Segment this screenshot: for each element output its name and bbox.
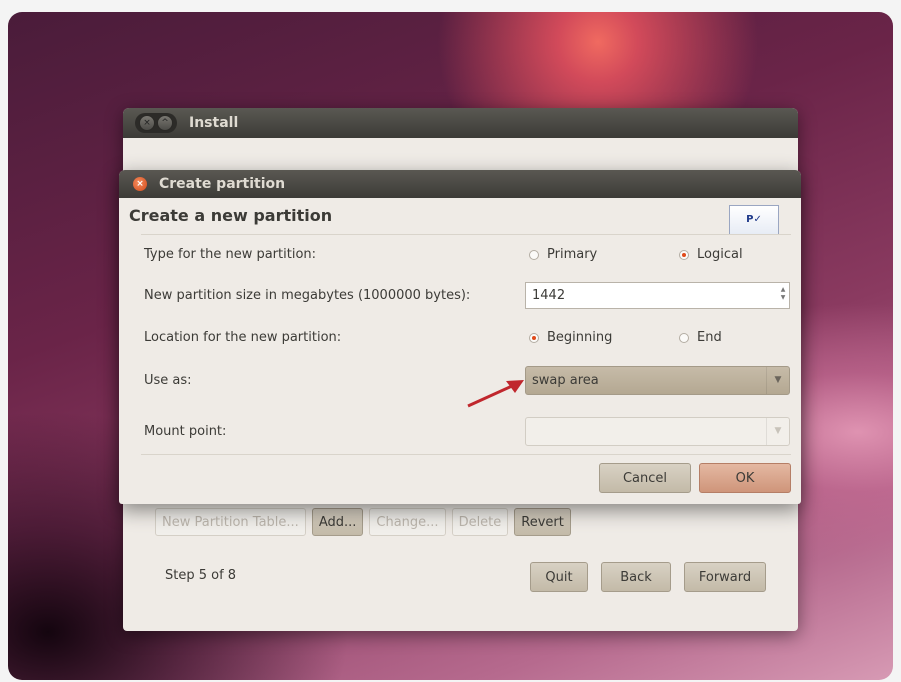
dialog-heading: Create a new partition (129, 206, 333, 225)
heading-divider (141, 234, 791, 235)
radio-primary-label: Primary (547, 247, 598, 262)
dialog-buttons: Cancel OK (599, 463, 791, 493)
change-partition-button[interactable]: Change... (369, 508, 446, 536)
size-label: New partition size in megabytes (1000000… (144, 288, 471, 303)
dialog-title: Create partition (159, 176, 286, 192)
dialog-titlebar: × Create partition (119, 170, 801, 198)
delete-partition-button[interactable]: Delete (451, 508, 509, 536)
quit-button[interactable]: Quit (530, 562, 588, 592)
cancel-button[interactable]: Cancel (599, 463, 691, 493)
chevron-down-icon[interactable]: ▼ (766, 418, 789, 445)
size-spinbox[interactable]: 1442 ▲ ▼ (525, 282, 790, 309)
close-icon[interactable]: × (133, 177, 147, 191)
radio-logical-label: Logical (697, 247, 743, 262)
radio-logical[interactable]: Logical (679, 247, 743, 262)
back-button[interactable]: Back (601, 562, 671, 592)
radio-end[interactable]: End (679, 330, 722, 345)
radio-beginning-label: Beginning (547, 330, 613, 345)
window-controls: × ^ (135, 113, 177, 133)
use-as-combo[interactable]: swap area ▼ (525, 366, 790, 395)
minimize-window-icon[interactable]: ^ (157, 115, 173, 131)
create-partition-dialog: × Create partition Create a new partitio… (119, 170, 801, 504)
install-titlebar: × ^ Install (123, 108, 798, 138)
install-nav: Quit Back Forward (530, 562, 766, 592)
step-indicator: Step 5 of 8 (165, 568, 237, 583)
radio-beginning[interactable]: Beginning (529, 330, 612, 345)
site-logo: P✓ (729, 205, 779, 235)
ok-button[interactable]: OK (699, 463, 791, 493)
mount-point-combo[interactable]: ▼ (525, 417, 790, 446)
close-window-icon[interactable]: × (139, 115, 155, 131)
red-arrow-annotation (467, 380, 524, 408)
size-value: 1442 (532, 288, 566, 303)
location-label: Location for the new partition: (144, 330, 342, 345)
forward-button[interactable]: Forward (684, 562, 766, 592)
spin-arrows-icon[interactable]: ▲ ▼ (779, 286, 787, 302)
buttons-divider (141, 454, 791, 455)
mount-point-label: Mount point: (144, 424, 227, 439)
use-as-value: swap area (532, 373, 599, 388)
add-partition-button[interactable]: Add... (311, 508, 364, 536)
type-label: Type for the new partition: (144, 247, 317, 262)
radio-end-label: End (697, 330, 722, 345)
radio-primary[interactable]: Primary (529, 247, 597, 262)
radio-end-icon[interactable] (679, 332, 689, 343)
use-as-label: Use as: (144, 373, 192, 388)
new-partition-table-button[interactable]: New Partition Table... (155, 508, 306, 536)
partition-toolbar: New Partition Table... Add... Change... … (155, 508, 571, 536)
chevron-down-icon[interactable]: ▼ (766, 367, 789, 394)
radio-beginning-icon[interactable] (529, 332, 539, 343)
install-title: Install (189, 115, 239, 131)
radio-logical-icon[interactable] (679, 249, 689, 260)
revert-button[interactable]: Revert (514, 508, 571, 536)
radio-primary-icon[interactable] (529, 249, 539, 260)
arrow-shaft (467, 384, 513, 408)
